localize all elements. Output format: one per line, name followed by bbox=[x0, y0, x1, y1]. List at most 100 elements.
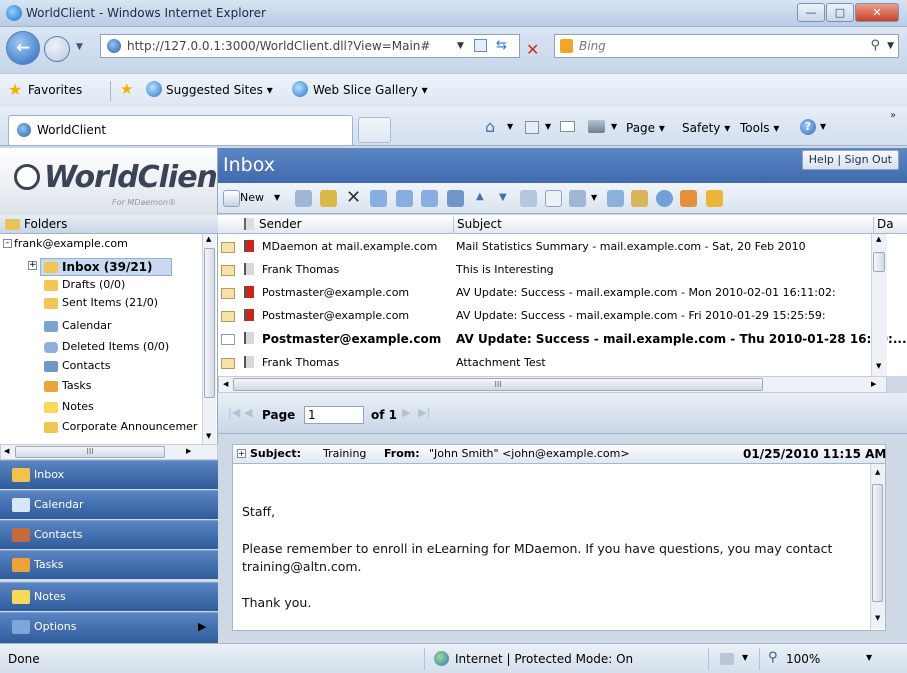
print-dropdown-icon[interactable]: ▼ bbox=[611, 122, 617, 131]
scroll-right-icon[interactable]: ▶ bbox=[186, 447, 191, 455]
table-row[interactable]: Frank Thomas Attachment Test bbox=[218, 352, 888, 375]
previous-message-icon[interactable]: ▲ bbox=[476, 191, 484, 202]
delete-icon[interactable]: ✕ bbox=[346, 187, 361, 208]
expand-inbox-icon[interactable]: + bbox=[28, 261, 37, 270]
scroll-thumb[interactable] bbox=[204, 248, 215, 398]
list-horizontal-scrollbar[interactable]: ◀ III ▶ bbox=[218, 376, 887, 393]
search-input[interactable]: Bing ⚲ ▼ bbox=[554, 34, 899, 58]
scroll-thumb[interactable] bbox=[872, 484, 883, 602]
toolbar-overflow-icon[interactable]: » bbox=[890, 110, 896, 121]
scroll-down-icon[interactable]: ▼ bbox=[875, 614, 880, 622]
nav-inbox[interactable]: Inbox bbox=[0, 460, 218, 489]
not-spam-icon[interactable] bbox=[706, 190, 723, 207]
security-zone[interactable]: Internet | Protected Mode: On bbox=[455, 652, 633, 666]
close-button[interactable]: ✕ bbox=[855, 3, 899, 22]
page-number-input[interactable]: 1 bbox=[304, 406, 364, 424]
reply-icon[interactable] bbox=[295, 190, 312, 207]
view-dropdown-icon[interactable]: ▼ bbox=[591, 193, 597, 202]
gray-flag-icon[interactable] bbox=[244, 332, 254, 344]
column-date[interactable]: Da bbox=[873, 217, 894, 234]
folder-item-notes[interactable]: Notes bbox=[44, 400, 194, 416]
expand-header-icon[interactable]: + bbox=[237, 449, 246, 458]
next-page-icon[interactable]: ▶ bbox=[402, 406, 410, 419]
folder-item-tasks[interactable]: Tasks bbox=[44, 379, 194, 395]
nav-options[interactable]: Options ▶ bbox=[0, 612, 218, 643]
nav-tasks[interactable]: Tasks bbox=[0, 550, 218, 579]
web-slice-gallery-link[interactable]: Web Slice Gallery ▾ bbox=[313, 83, 428, 97]
spam-icon[interactable] bbox=[680, 190, 697, 207]
scroll-right-icon[interactable]: ▶ bbox=[871, 380, 876, 388]
back-button[interactable]: ← bbox=[6, 31, 40, 65]
protected-mode-icon[interactable] bbox=[720, 653, 734, 665]
account-label[interactable]: frank@example.com bbox=[14, 237, 128, 250]
view-layout-icon[interactable] bbox=[569, 190, 586, 207]
help-dropdown-icon[interactable]: ▼ bbox=[820, 122, 826, 131]
nav-contacts[interactable]: Contacts bbox=[0, 520, 218, 549]
protected-mode-dropdown-icon[interactable]: ▼ bbox=[742, 653, 748, 662]
next-message-icon[interactable]: ▼ bbox=[499, 192, 507, 203]
first-page-icon[interactable]: |◀ bbox=[228, 406, 240, 419]
table-row[interactable]: Postmaster@example.com AV Update: Succes… bbox=[218, 282, 888, 305]
folder-options-icon[interactable] bbox=[631, 190, 648, 207]
column-sender[interactable]: Sender bbox=[256, 217, 302, 234]
scroll-thumb[interactable] bbox=[873, 252, 885, 272]
preview-vertical-scrollbar[interactable]: ▲ ▼ bbox=[870, 464, 885, 629]
print-icon[interactable] bbox=[588, 120, 605, 133]
collapse-account-icon[interactable]: - bbox=[3, 239, 12, 248]
address-book-icon[interactable] bbox=[447, 190, 464, 207]
scroll-thumb[interactable]: III bbox=[233, 378, 763, 391]
tools-menu[interactable]: Tools ▾ bbox=[740, 121, 779, 135]
search-options-icon[interactable]: ▼ bbox=[887, 35, 894, 57]
folder-item-calendar[interactable]: Calendar bbox=[44, 319, 194, 335]
maximize-button[interactable]: □ bbox=[826, 3, 854, 22]
nav-calendar[interactable]: Calendar bbox=[0, 490, 218, 519]
feeds-dropdown-icon[interactable]: ▼ bbox=[545, 122, 551, 131]
address-bar[interactable]: http://127.0.0.1:3000/WorldClient.dll?Vi… bbox=[100, 34, 520, 58]
page-menu[interactable]: Page ▾ bbox=[626, 121, 665, 135]
folder-item-contacts[interactable]: Contacts bbox=[44, 359, 194, 375]
new-button[interactable]: New bbox=[240, 191, 264, 204]
table-row[interactable]: Postmaster@example.com AV Update: Succes… bbox=[218, 328, 907, 351]
scroll-up-icon[interactable]: ▲ bbox=[875, 468, 880, 476]
forward-button[interactable] bbox=[44, 36, 70, 62]
junk-icon[interactable] bbox=[656, 190, 673, 207]
new-dropdown-icon[interactable]: ▼ bbox=[274, 193, 280, 202]
home-dropdown-icon[interactable]: ▼ bbox=[507, 122, 513, 131]
previous-page-icon[interactable]: ◀ bbox=[244, 406, 252, 419]
zoom-dropdown-icon[interactable]: ▼ bbox=[866, 653, 872, 662]
filters-icon[interactable] bbox=[607, 190, 624, 207]
minimize-button[interactable]: — bbox=[797, 3, 825, 22]
add-favorite-icon[interactable]: ★ bbox=[120, 80, 133, 98]
suggested-sites-link[interactable]: Suggested Sites ▾ bbox=[166, 83, 273, 97]
red-flag-icon[interactable] bbox=[244, 286, 254, 298]
move-icon[interactable] bbox=[396, 190, 413, 207]
scroll-left-icon[interactable]: ◀ bbox=[223, 380, 228, 388]
new-message-icon[interactable] bbox=[223, 190, 240, 207]
nav-notes[interactable]: Notes bbox=[0, 582, 218, 611]
zoom-icon[interactable]: ⚲ bbox=[768, 650, 778, 665]
browser-tab[interactable]: WorldClient bbox=[8, 115, 353, 145]
print-message-icon[interactable] bbox=[545, 190, 562, 207]
compatibility-view-icon[interactable] bbox=[474, 39, 487, 52]
gray-flag-icon[interactable] bbox=[244, 263, 254, 275]
help-icon[interactable]: ? bbox=[800, 119, 816, 135]
copy-icon[interactable] bbox=[421, 190, 438, 207]
feeds-icon[interactable] bbox=[525, 121, 539, 134]
folder-item-drafts[interactable]: Drafts (0/0) bbox=[44, 278, 194, 294]
scroll-left-icon[interactable]: ◀ bbox=[4, 447, 9, 455]
folder-horizontal-scrollbar[interactable]: ◀ III ▶ bbox=[0, 444, 218, 460]
help-signout-link[interactable]: Help | Sign Out bbox=[801, 150, 899, 170]
safety-menu[interactable]: Safety ▾ bbox=[682, 121, 730, 135]
mark-read-icon[interactable] bbox=[520, 190, 537, 207]
folder-vertical-scrollbar[interactable]: ▲ ▼ bbox=[202, 234, 216, 444]
red-flag-icon[interactable] bbox=[244, 309, 254, 321]
home-icon[interactable]: ⌂ bbox=[485, 117, 495, 136]
scroll-up-icon[interactable]: ▲ bbox=[206, 235, 211, 243]
search-icon[interactable]: ⚲ bbox=[870, 35, 880, 57]
gray-flag-icon[interactable] bbox=[244, 356, 254, 368]
forward-mail-icon[interactable] bbox=[370, 190, 387, 207]
table-row[interactable]: MDaemon at mail.example.com Mail Statist… bbox=[218, 236, 888, 259]
table-row[interactable]: Postmaster@example.com AV Update: Succes… bbox=[218, 305, 888, 328]
scroll-thumb[interactable]: III bbox=[15, 446, 165, 458]
from-value[interactable]: "John Smith" <john@example.com> bbox=[429, 445, 630, 463]
